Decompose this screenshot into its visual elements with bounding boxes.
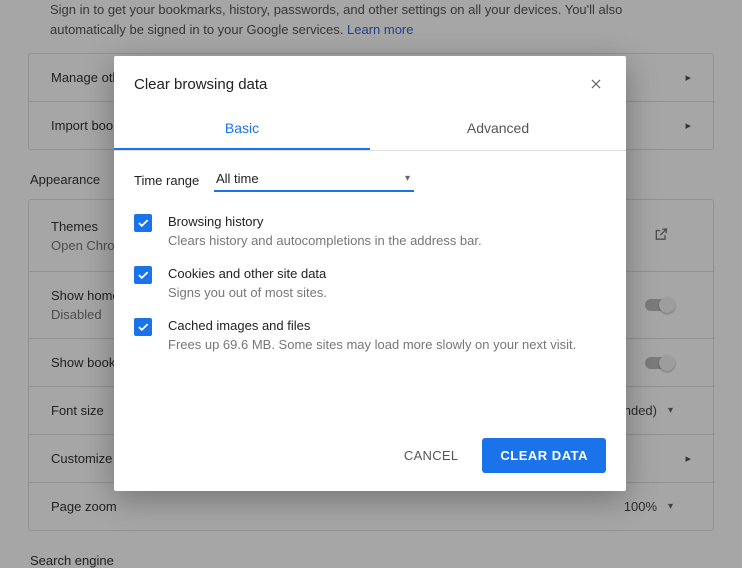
checkbox-checked-icon[interactable] (134, 318, 152, 336)
clear-data-button[interactable]: CLEAR DATA (482, 438, 606, 473)
cancel-button[interactable]: CANCEL (392, 438, 471, 473)
option-browsing-history[interactable]: Browsing history Clears history and auto… (114, 202, 626, 254)
checkbox-checked-icon[interactable] (134, 266, 152, 284)
close-icon[interactable] (586, 74, 606, 94)
option-cached-images[interactable]: Cached images and files Frees up 69.6 MB… (114, 306, 626, 358)
chevron-down-icon: ▾ (405, 173, 410, 184)
tab-advanced[interactable]: Advanced (370, 110, 626, 150)
time-range-value: All time (216, 171, 259, 186)
option-title: Cached images and files (168, 318, 576, 333)
option-title: Browsing history (168, 214, 482, 229)
clear-browsing-data-dialog: Clear browsing data Basic Advanced Time … (114, 56, 626, 491)
option-description: Signs you out of most sites. (168, 285, 327, 300)
option-description: Clears history and autocompletions in th… (168, 233, 482, 248)
dialog-title: Clear browsing data (134, 76, 267, 93)
time-range-label: Time range (134, 173, 214, 188)
time-range-select[interactable]: All time ▾ (214, 169, 414, 192)
option-cookies[interactable]: Cookies and other site data Signs you ou… (114, 254, 626, 306)
option-description: Frees up 69.6 MB. Some sites may load mo… (168, 337, 576, 352)
checkbox-checked-icon[interactable] (134, 214, 152, 232)
tab-basic[interactable]: Basic (114, 110, 370, 150)
dialog-tabs: Basic Advanced (114, 110, 626, 151)
option-title: Cookies and other site data (168, 266, 327, 281)
